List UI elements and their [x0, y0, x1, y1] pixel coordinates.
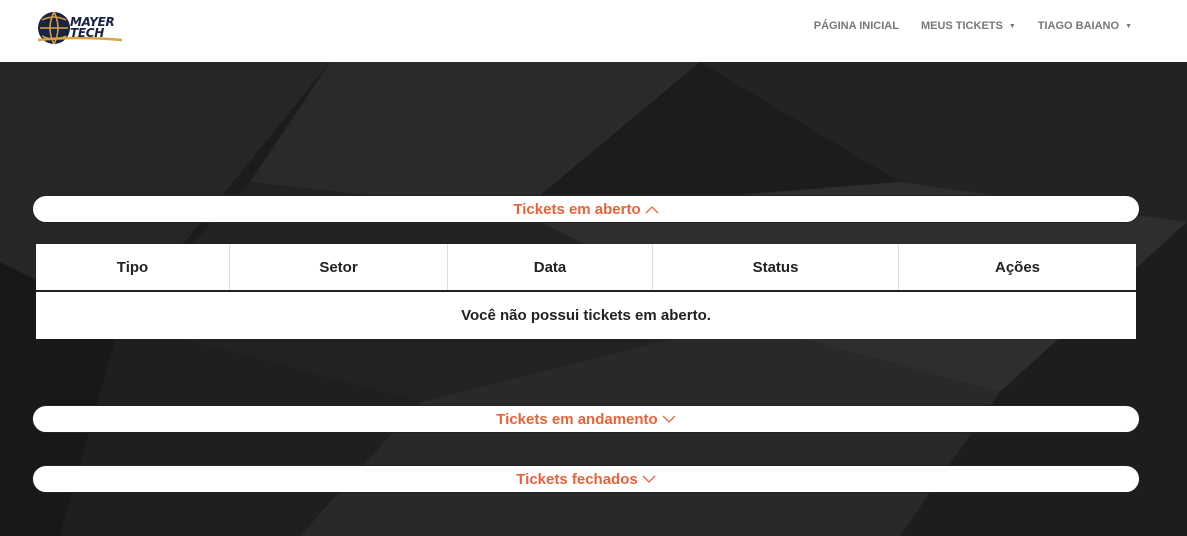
- nav-my-tickets-label: MEUS TICKETS: [920, 20, 1003, 32]
- tickets-closed-label: Tickets fechados: [516, 470, 638, 488]
- tickets-open-toggle[interactable]: Tickets em aberto: [32, 195, 1140, 223]
- tickets-in-progress-toggle[interactable]: Tickets em andamento: [32, 405, 1140, 433]
- table-row: Você não possui tickets em aberto.: [36, 291, 1136, 339]
- empty-table-message: Você não possui tickets em aberto.: [461, 307, 711, 324]
- column-header-data[interactable]: Data: [447, 244, 653, 292]
- chevron-down-icon: [642, 475, 656, 484]
- nav-home-link[interactable]: PÁGINA INICIAL: [814, 20, 899, 32]
- tickets-in-progress-label: Tickets em andamento: [496, 410, 658, 428]
- tickets-open-label: Tickets em aberto: [513, 200, 641, 218]
- table-header-row: Tipo Setor Data Status Ações: [36, 244, 1136, 292]
- nav-user-label: TIAGO BAIANO: [1037, 20, 1120, 32]
- brand-line-2: TECH: [70, 26, 105, 40]
- column-header-tipo[interactable]: Tipo: [36, 244, 230, 292]
- mayer-tech-logo[interactable]: MAYER TECH: [36, 6, 128, 50]
- chevron-down-icon: [662, 415, 676, 424]
- tickets-closed-toggle[interactable]: Tickets fechados: [32, 465, 1140, 493]
- nav-links: PÁGINA INICIAL MEUS TICKETS ▼ TIAGO BAIA…: [792, 0, 1132, 52]
- nav-home-label: PÁGINA INICIAL: [813, 20, 899, 32]
- chevron-up-icon: [645, 205, 659, 214]
- caret-down-icon: ▼: [1008, 22, 1016, 30]
- nav-user-dropdown[interactable]: TIAGO BAIANO ▼: [1038, 20, 1132, 32]
- column-header-setor[interactable]: Setor: [229, 244, 448, 292]
- column-header-status[interactable]: Status: [652, 244, 899, 292]
- column-header-acoes[interactable]: Ações: [898, 244, 1136, 292]
- nav-my-tickets-dropdown[interactable]: MEUS TICKETS ▼: [921, 20, 1016, 32]
- caret-down-icon: ▼: [1125, 22, 1132, 30]
- top-navbar: MAYER TECH PÁGINA INICIAL MEUS TICKETS ▼…: [0, 0, 1187, 62]
- tickets-open-table: Tipo Setor Data Status Ações Você não po…: [36, 244, 1136, 339]
